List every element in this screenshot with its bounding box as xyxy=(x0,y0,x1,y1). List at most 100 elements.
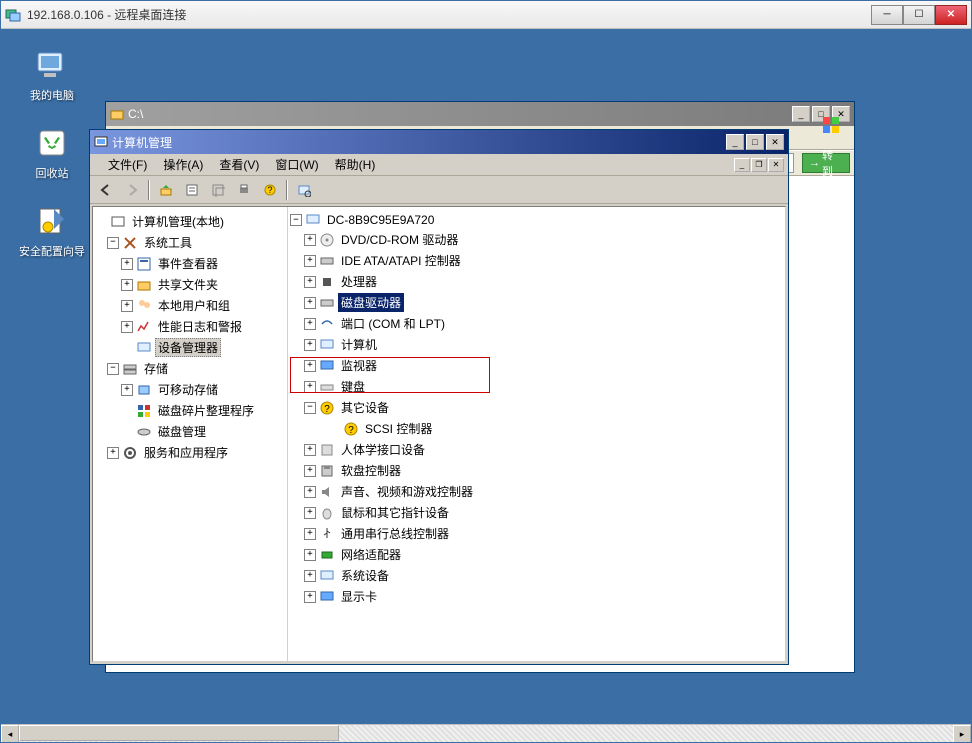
expand-icon[interactable]: + xyxy=(304,318,316,330)
tree-node-root[interactable]: 计算机管理(本地) xyxy=(93,211,287,232)
computer-management-window[interactable]: 计算机管理 _ □ ✕ 文件(F) 操作(A) 查看(V) 窗口(W) 帮助(H… xyxy=(89,129,789,665)
scroll-track[interactable] xyxy=(19,725,953,742)
tree-node-disk-mgmt[interactable]: 磁盘管理 xyxy=(93,421,287,442)
desktop-icon-my-computer[interactable]: 我的电脑 xyxy=(17,47,87,103)
device-node-cpu[interactable]: +处理器 xyxy=(288,271,785,292)
expand-icon[interactable]: + xyxy=(304,528,316,540)
rdp-window: 192.168.0.106 - 远程桌面连接 ─ ☐ ✕ 我的电脑 回收站 安全… xyxy=(0,0,972,743)
tree-node-system-tools[interactable]: −系统工具 xyxy=(93,232,287,253)
scroll-thumb[interactable] xyxy=(19,725,339,741)
tree-node-perf-logs[interactable]: +性能日志和警报 xyxy=(93,316,287,337)
minimize-button[interactable]: _ xyxy=(726,134,744,150)
scroll-left-button[interactable]: ◂ xyxy=(1,725,19,742)
device-node-floppy[interactable]: +软盘控制器 xyxy=(288,460,785,481)
device-node-ports[interactable]: +端口 (COM 和 LPT) xyxy=(288,313,785,334)
tree-node-removable[interactable]: +可移动存储 xyxy=(93,379,287,400)
up-button[interactable] xyxy=(154,179,178,201)
expand-icon[interactable]: + xyxy=(304,465,316,477)
device-node-hid[interactable]: +人体学接口设备 xyxy=(288,439,785,460)
maximize-button[interactable]: □ xyxy=(746,134,764,150)
device-node-sound[interactable]: +声音、视频和游戏控制器 xyxy=(288,481,785,502)
desktop-icon-security-wizard[interactable]: 安全配置向导 xyxy=(17,203,87,259)
device-node-network[interactable]: +网络适配器 xyxy=(288,544,785,565)
collapse-icon[interactable]: − xyxy=(290,214,302,226)
expand-icon[interactable]: + xyxy=(304,339,316,351)
expand-icon[interactable]: + xyxy=(304,549,316,561)
forward-button[interactable] xyxy=(120,179,144,201)
device-node-disk-drive[interactable]: +磁盘驱动器 xyxy=(288,292,785,313)
device-tree-root[interactable]: −DC-8B9C95E9A720 xyxy=(288,211,785,229)
tree-node-defrag[interactable]: 磁盘碎片整理程序 xyxy=(93,400,287,421)
device-node-other-devices[interactable]: −?其它设备 xyxy=(288,397,785,418)
mouse-icon xyxy=(319,505,335,521)
expand-icon[interactable]: + xyxy=(121,321,133,333)
expand-icon[interactable]: + xyxy=(107,447,119,459)
desktop-icon-recycle-bin[interactable]: 回收站 xyxy=(17,125,87,181)
collapse-icon[interactable]: − xyxy=(304,402,316,414)
menu-file[interactable]: 文件(F) xyxy=(100,154,155,175)
ide-icon xyxy=(319,253,335,269)
mmc-right-tree[interactable]: −DC-8B9C95E9A720 +DVD/CD-ROM 驱动器 +IDE AT… xyxy=(288,207,785,661)
print-button[interactable] xyxy=(232,179,256,201)
tree-node-event-viewer[interactable]: +事件查看器 xyxy=(93,253,287,274)
refresh-button[interactable] xyxy=(206,179,230,201)
child-minimize-button[interactable]: _ xyxy=(734,158,750,172)
menu-action[interactable]: 操作(A) xyxy=(155,154,211,175)
minimize-button[interactable]: _ xyxy=(792,106,810,122)
horizontal-scrollbar[interactable]: ◂ ▸ xyxy=(1,724,971,742)
mmc-left-tree[interactable]: 计算机管理(本地) −系统工具 +事件查看器 +共享文件夹 +本地用户和组 +性… xyxy=(93,207,288,661)
device-node-dvd[interactable]: +DVD/CD-ROM 驱动器 xyxy=(288,229,785,250)
back-button[interactable] xyxy=(94,179,118,201)
child-close-button[interactable]: ✕ xyxy=(768,158,784,172)
child-restore-button[interactable]: ❐ xyxy=(751,158,767,172)
expand-icon[interactable]: + xyxy=(121,279,133,291)
expand-icon[interactable]: + xyxy=(121,384,133,396)
help-button[interactable]: ? xyxy=(258,179,282,201)
device-node-monitors[interactable]: +监视器 xyxy=(288,355,785,376)
menu-help[interactable]: 帮助(H) xyxy=(327,154,384,175)
tree-node-storage[interactable]: −存储 xyxy=(93,358,287,379)
expand-icon[interactable]: + xyxy=(304,234,316,246)
expand-icon[interactable]: + xyxy=(304,444,316,456)
tree-node-services-apps[interactable]: +服务和应用程序 xyxy=(93,442,287,463)
minimize-button[interactable]: ─ xyxy=(871,5,903,25)
maximize-button[interactable]: ☐ xyxy=(903,5,935,25)
properties-button[interactable] xyxy=(180,179,204,201)
scroll-right-button[interactable]: ▸ xyxy=(953,725,971,742)
device-node-keyboards[interactable]: +键盘 xyxy=(288,376,785,397)
expand-icon[interactable]: + xyxy=(304,570,316,582)
expand-icon[interactable]: + xyxy=(304,591,316,603)
tree-node-shared-folders[interactable]: +共享文件夹 xyxy=(93,274,287,295)
device-node-display[interactable]: +显示卡 xyxy=(288,586,785,607)
expand-icon[interactable]: + xyxy=(304,360,316,372)
device-node-usb[interactable]: +通用串行总线控制器 xyxy=(288,523,785,544)
expand-icon[interactable]: + xyxy=(121,300,133,312)
expand-icon[interactable]: + xyxy=(304,507,316,519)
tree-node-device-manager[interactable]: 设备管理器 xyxy=(93,337,287,358)
tree-node-local-users[interactable]: +本地用户和组 xyxy=(93,295,287,316)
expand-icon[interactable]: + xyxy=(304,276,316,288)
remote-desktop[interactable]: 我的电脑 回收站 安全配置向导 C:\ _ □ ✕ xyxy=(1,29,971,742)
expand-icon[interactable]: + xyxy=(304,486,316,498)
close-button[interactable]: ✕ xyxy=(766,134,784,150)
close-button[interactable]: ✕ xyxy=(935,5,967,25)
expand-icon[interactable]: + xyxy=(304,255,316,267)
expand-icon[interactable]: + xyxy=(304,297,316,309)
expand-icon[interactable]: + xyxy=(121,258,133,270)
expand-icon[interactable]: + xyxy=(304,381,316,393)
device-node-computers[interactable]: +计算机 xyxy=(288,334,785,355)
device-node-system[interactable]: +系统设备 xyxy=(288,565,785,586)
menu-window[interactable]: 窗口(W) xyxy=(267,154,326,175)
explorer-titlebar[interactable]: C:\ _ □ ✕ xyxy=(106,102,854,126)
scan-button[interactable] xyxy=(292,179,316,201)
go-button[interactable]: → 转到 xyxy=(802,153,850,173)
menu-view[interactable]: 查看(V) xyxy=(211,154,267,175)
device-node-scsi[interactable]: ?SCSI 控制器 xyxy=(288,418,785,439)
collapse-icon[interactable]: − xyxy=(107,363,119,375)
collapse-icon[interactable]: − xyxy=(107,237,119,249)
rdp-titlebar[interactable]: 192.168.0.106 - 远程桌面连接 ─ ☐ ✕ xyxy=(1,1,971,29)
device-node-ide[interactable]: +IDE ATA/ATAPI 控制器 xyxy=(288,250,785,271)
device-node-mouse[interactable]: +鼠标和其它指针设备 xyxy=(288,502,785,523)
mmc-titlebar[interactable]: 计算机管理 _ □ ✕ xyxy=(90,130,788,154)
computer-management-icon xyxy=(94,135,108,149)
